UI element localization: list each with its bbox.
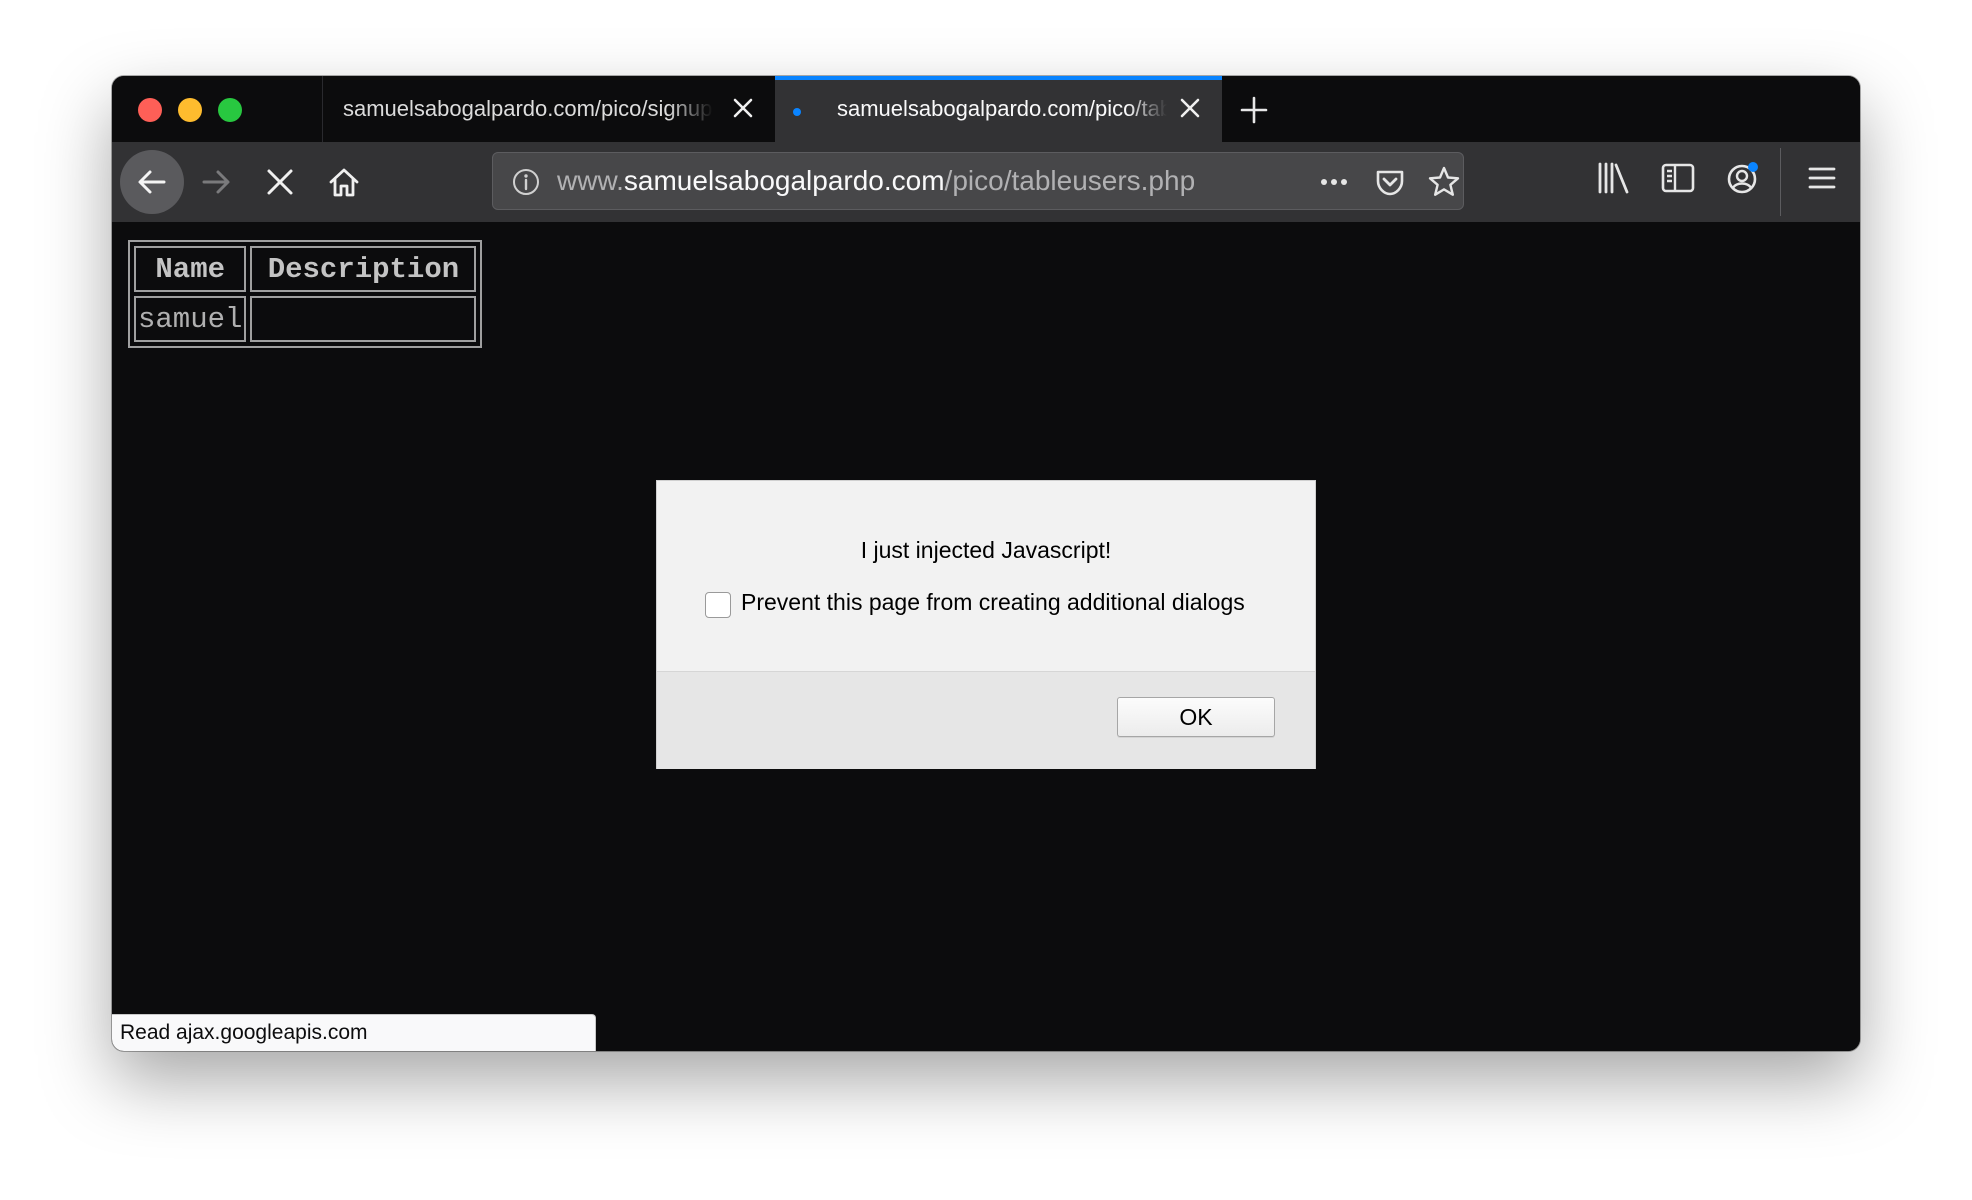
back-button[interactable]	[120, 150, 184, 214]
menu-icon[interactable]	[1802, 158, 1842, 198]
tab-signup[interactable]: samuelsabogalpardo.com/pico/signup.php	[322, 76, 775, 142]
info-icon[interactable]	[511, 167, 541, 197]
url-prefix: www.	[557, 165, 624, 196]
url-domain: samuelsabogalpardo.com	[623, 165, 945, 196]
table-row: samuel	[134, 296, 477, 342]
users-table: Name Description samuel	[128, 240, 483, 348]
close-icon[interactable]	[1176, 94, 1204, 122]
dialog-footer: OK	[657, 671, 1315, 769]
tab-title: samuelsabogalpardo.com/pico/tableusers.p…	[837, 96, 1167, 121]
back-icon	[138, 170, 166, 194]
close-icon[interactable]	[729, 94, 757, 122]
column-header-description: Description	[250, 246, 477, 292]
new-tab-button[interactable]	[1238, 94, 1270, 126]
column-header-name: Name	[134, 246, 247, 292]
forward-icon	[202, 170, 230, 194]
toolbar-separator	[1780, 148, 1781, 216]
table-header-row: Name Description	[134, 246, 477, 292]
prevent-dialogs-label[interactable]: Prevent this page from creating addition…	[741, 589, 1245, 616]
pocket-icon[interactable]	[1373, 165, 1407, 199]
close-window-button[interactable]	[138, 98, 162, 122]
bookmark-star-icon[interactable]	[1427, 165, 1461, 199]
dialog-message: I just injected Javascript!	[860, 537, 1112, 563]
url-text[interactable]: www.samuelsabogalpardo.com/pico/tableuse…	[557, 153, 1195, 209]
forward-button[interactable]	[188, 154, 244, 210]
plus-icon	[1240, 96, 1268, 124]
alert-dialog: I just injected Javascript! Prevent this…	[657, 481, 1315, 769]
home-icon	[329, 168, 359, 197]
table-cell-description	[250, 296, 477, 342]
account-icon[interactable]	[1722, 158, 1762, 198]
table-cell-name: samuel	[134, 296, 247, 342]
more-actions-icon[interactable]	[1317, 165, 1351, 199]
minimize-window-button[interactable]	[178, 98, 202, 122]
url-bar[interactable]: www.samuelsabogalpardo.com/pico/tableuse…	[492, 152, 1464, 210]
sidebar-icon[interactable]	[1658, 158, 1698, 198]
ok-button[interactable]: OK	[1117, 697, 1275, 737]
stop-button[interactable]	[252, 154, 308, 210]
library-icon[interactable]	[1594, 158, 1634, 198]
tab-title: samuelsabogalpardo.com/pico/signup.php	[343, 96, 713, 121]
status-panel: Read ajax.googleapis.com	[112, 1014, 596, 1051]
tab-tableusers[interactable]: samuelsabogalpardo.com/pico/tableusers.p…	[775, 76, 1222, 142]
navigation-toolbar: www.samuelsabogalpardo.com/pico/tableuse…	[112, 142, 1860, 223]
page-content: Name Description samuel I just injected …	[112, 222, 1860, 1051]
tab-strip: samuelsabogalpardo.com/pico/signup.php s…	[112, 76, 1860, 142]
url-path: /pico/tableusers.php	[944, 165, 1196, 196]
prevent-dialogs-checkbox[interactable]	[705, 592, 731, 618]
stop-icon	[267, 169, 293, 195]
loading-indicator-icon	[793, 108, 801, 116]
home-button[interactable]	[316, 154, 372, 210]
browser-window: samuelsabogalpardo.com/pico/signup.php s…	[112, 76, 1860, 1051]
zoom-window-button[interactable]	[218, 98, 242, 122]
